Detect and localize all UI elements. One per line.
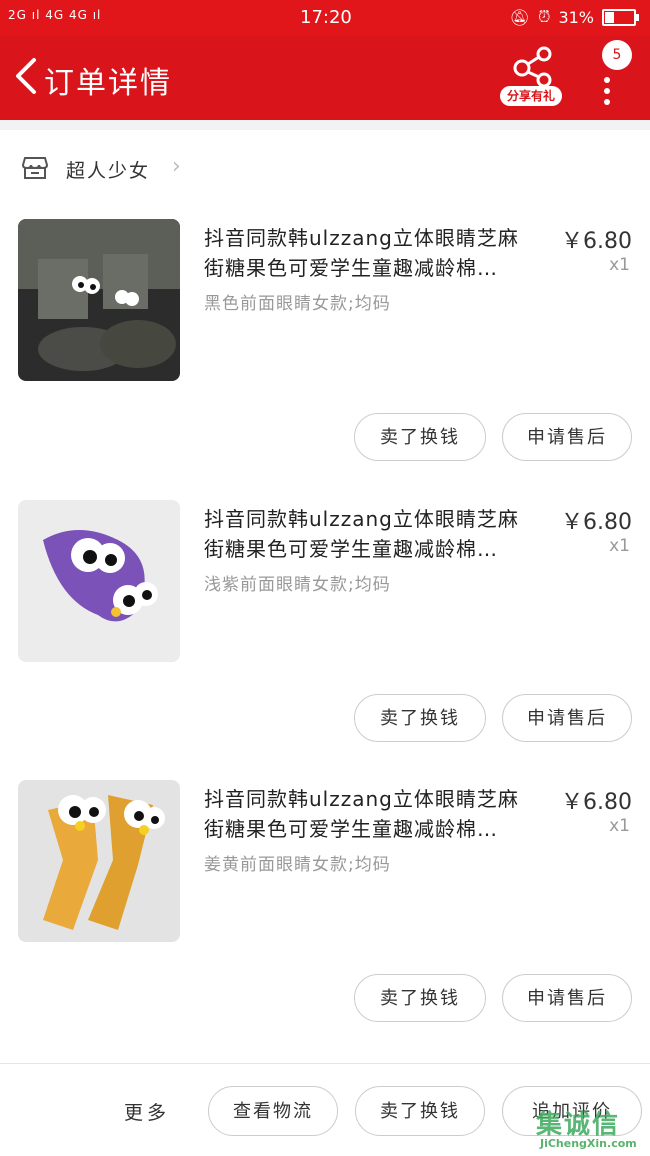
app-header: 订单详情 分享有礼 5 <box>0 36 650 120</box>
clock: 17:20 <box>300 7 352 28</box>
product-name-line2: 街糖果色可爱学生童趣减龄棉… <box>204 817 498 841</box>
status-right: 🔕︎ ⏰︎ 31% <box>509 7 639 27</box>
product-image[interactable] <box>18 219 180 381</box>
product-image[interactable] <box>18 780 180 942</box>
after-sale-button[interactable]: 申请售后 <box>502 694 632 742</box>
battery-percent: 31% <box>558 7 594 27</box>
message-badge[interactable]: 5 <box>602 40 632 70</box>
order-item[interactable]: 抖音同款韩ulzzang立体眼睛芝麻 街糖果色可爱学生童趣减龄棉… 黑色前面眼睛… <box>0 219 650 499</box>
product-quantity: x1 <box>609 536 630 556</box>
product-spec: 浅紫前面眼睛女款;均码 <box>204 575 391 595</box>
product-price: ￥6.80 <box>561 229 632 254</box>
resell-button[interactable]: 卖了换钱 <box>354 694 486 742</box>
bell-off-icon: 🔕︎ <box>509 7 530 27</box>
product-name-line1: 抖音同款韩ulzzang立体眼睛芝麻 <box>204 226 519 250</box>
product-price: ￥6.80 <box>561 510 632 535</box>
product-name-line1: 抖音同款韩ulzzang立体眼睛芝麻 <box>204 787 519 811</box>
shop-row[interactable]: 超人少女 › <box>0 130 650 206</box>
product-quantity: x1 <box>609 255 630 275</box>
page-title: 订单详情 <box>44 66 172 101</box>
share-button[interactable]: 分享有礼 <box>500 46 566 108</box>
more-menu-icon[interactable] <box>602 72 612 112</box>
resell-button[interactable]: 卖了换钱 <box>354 974 486 1022</box>
battery-icon <box>602 8 639 26</box>
product-image[interactable] <box>18 500 180 662</box>
product-price: ￥6.80 <box>561 790 632 815</box>
watermark-url: JiChengXin.com <box>540 1137 637 1150</box>
order-item[interactable]: 抖音同款韩ulzzang立体眼睛芝麻 街糖果色可爱学生童趣减龄棉… 姜黄前面眼睛… <box>0 780 650 1060</box>
store-icon <box>22 157 48 179</box>
watermark-logo: 集诚信 JiChengXin.com <box>530 1104 650 1155</box>
status-bar: 2G ıl 4G 4G ıl 17:20 🔕︎ ⏰︎ 31% <box>0 0 650 36</box>
signal-indicator: 2G ıl 4G 4G ıl <box>8 8 102 22</box>
product-name-line2: 街糖果色可爱学生童趣减龄棉… <box>204 537 498 561</box>
product-quantity: x1 <box>609 816 630 836</box>
resell-button[interactable]: 卖了换钱 <box>354 413 486 461</box>
view-logistics-button[interactable]: 查看物流 <box>208 1086 338 1136</box>
share-reward-label: 分享有礼 <box>500 86 562 106</box>
after-sale-button[interactable]: 申请售后 <box>502 974 632 1022</box>
resell-button[interactable]: 卖了换钱 <box>355 1086 485 1136</box>
product-name-line2: 街糖果色可爱学生童趣减龄棉… <box>204 256 498 280</box>
chevron-right-icon: › <box>172 154 181 179</box>
share-icon <box>513 46 552 88</box>
section-divider <box>0 120 650 130</box>
order-item[interactable]: 抖音同款韩ulzzang立体眼睛芝麻 街糖果色可爱学生童趣减龄棉… 浅紫前面眼睛… <box>0 500 650 780</box>
shop-name: 超人少女 <box>66 160 151 182</box>
product-name-line1: 抖音同款韩ulzzang立体眼睛芝麻 <box>204 507 519 531</box>
watermark-brand: 集诚信 <box>536 1110 621 1140</box>
product-spec: 姜黄前面眼睛女款;均码 <box>204 855 391 875</box>
alarm-icon: ⏰︎ <box>537 7 551 26</box>
product-spec: 黑色前面眼睛女款;均码 <box>204 294 391 314</box>
more-button[interactable]: 更多 <box>124 1098 170 1125</box>
after-sale-button[interactable]: 申请售后 <box>502 413 632 461</box>
